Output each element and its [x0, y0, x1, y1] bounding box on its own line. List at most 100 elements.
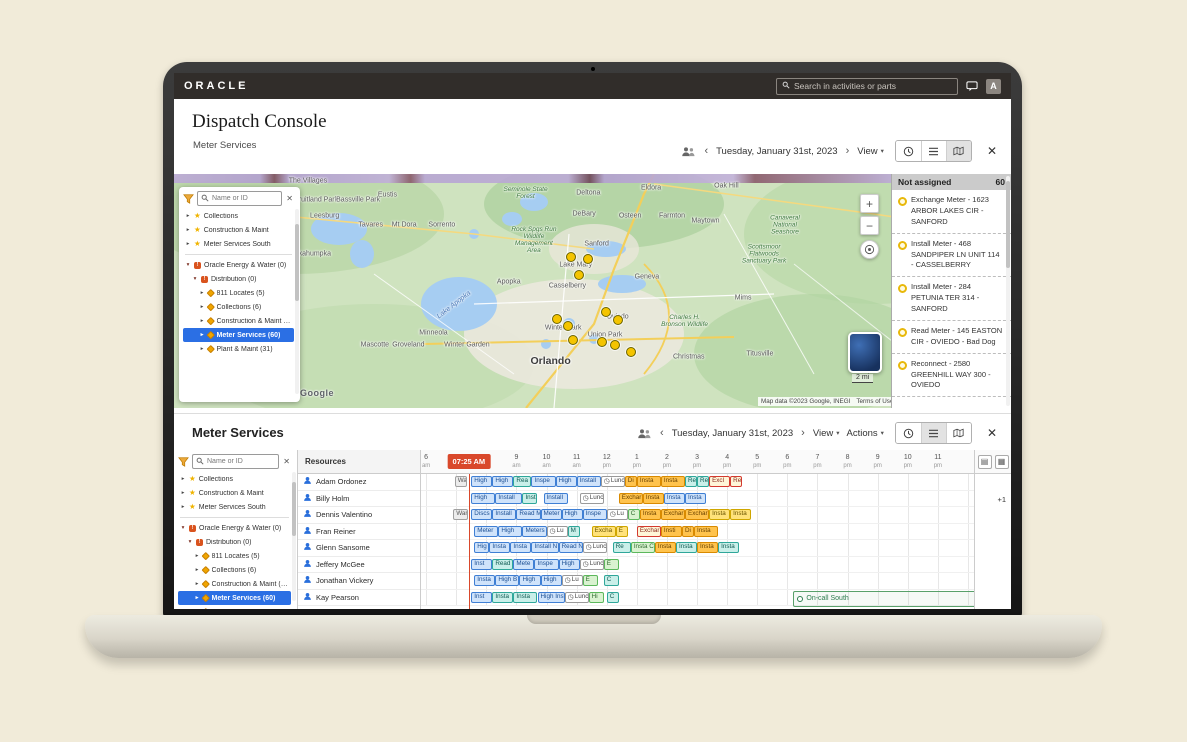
- activity-bar[interactable]: Read N: [559, 542, 583, 553]
- satellite-preview-thumbnail[interactable]: [848, 332, 882, 373]
- activity-bar[interactable]: ◷Lunch: [580, 559, 604, 570]
- sidebar-tree-item[interactable]: ▸Plant & Maint (31): [183, 342, 294, 356]
- activity-bar[interactable]: Hig: [474, 542, 489, 553]
- close-icon[interactable]: ✕: [987, 426, 997, 440]
- activity-bar[interactable]: Insta: [685, 493, 706, 504]
- activity-bar[interactable]: Mete: [513, 559, 534, 570]
- view-menu-button[interactable]: View▾: [857, 146, 884, 157]
- activity-bar[interactable]: ◷Lunch: [565, 592, 589, 603]
- activity-bar[interactable]: Insta: [489, 542, 510, 553]
- resource-row[interactable]: Kay Pearson: [298, 590, 420, 607]
- next-day-button[interactable]: ›: [845, 146, 851, 157]
- gantt-row[interactable]: HighInstallInstaInstall◷LunchExcharInsta…: [421, 491, 974, 508]
- sidebar-tree-item[interactable]: ▾!Oracle Energy & Water (0): [178, 521, 291, 535]
- activity-bar[interactable]: Insta: [664, 493, 685, 504]
- org-search-input[interactable]: Name or ID: [192, 454, 279, 469]
- sidebar-tree-item[interactable]: ▾!Distribution (0): [178, 535, 291, 549]
- activity-bar[interactable]: Insta: [676, 542, 697, 553]
- activity-bar[interactable]: Insta: [694, 526, 718, 537]
- activity-bar[interactable]: E: [604, 559, 619, 570]
- activity-bar[interactable]: Insta: [718, 542, 739, 553]
- activity-bar[interactable]: Inspe: [583, 509, 607, 520]
- activity-bar[interactable]: Insta: [522, 493, 537, 504]
- resource-row[interactable]: Billy Holm: [298, 491, 420, 508]
- activity-bar[interactable]: C: [604, 575, 619, 586]
- gantt-row[interactable]: InstInstaInstaHigh Install◷LunchHiCOn-ca…: [421, 590, 974, 607]
- activity-marker[interactable]: [583, 254, 593, 264]
- activity-bar[interactable]: Hi: [589, 592, 604, 603]
- activity-bar[interactable]: ◷Lu: [562, 575, 583, 586]
- close-icon[interactable]: ✕: [987, 144, 997, 158]
- activity-bar[interactable]: Rea: [513, 476, 531, 487]
- time-view-button[interactable]: [896, 423, 921, 443]
- activity-bar[interactable]: Exchar: [619, 493, 643, 504]
- list-view-button[interactable]: [921, 141, 946, 161]
- activity-bar[interactable]: Di: [682, 526, 694, 537]
- activity-bar[interactable]: ◷Lu: [547, 526, 568, 537]
- list-view-button[interactable]: [921, 423, 946, 443]
- terms-of-use-link[interactable]: Terms of Use: [856, 398, 893, 405]
- activity-bar[interactable]: M: [568, 526, 580, 537]
- actions-menu-button[interactable]: Actions▾: [847, 428, 884, 439]
- activity-bar[interactable]: Re: [730, 476, 742, 487]
- resource-row[interactable]: Dennis Valentino: [298, 507, 420, 524]
- activity-bar[interactable]: Insta: [474, 575, 495, 586]
- activity-bar[interactable]: Re: [697, 476, 709, 487]
- sidebar-tree-item[interactable]: ▾!Oracle Energy & Water (0): [183, 258, 294, 272]
- activity-bar[interactable]: ◷Lunch: [583, 542, 607, 553]
- activity-bar[interactable]: Re: [685, 476, 697, 487]
- activity-marker[interactable]: [610, 340, 620, 350]
- activity-bar[interactable]: Meter: [474, 526, 498, 537]
- activity-bar[interactable]: High B: [495, 575, 519, 586]
- activity-bar[interactable]: C: [607, 592, 619, 603]
- activity-bar[interactable]: Di: [625, 476, 637, 487]
- oncall-shift-bar[interactable]: On-call South: [793, 591, 974, 607]
- sidebar-tree-item[interactable]: ▸Plant & Maint (31): [178, 605, 291, 609]
- activity-bar[interactable]: Exchar: [661, 509, 685, 520]
- sidebar-favorite-item[interactable]: ▸★Construction & Maint: [183, 223, 294, 237]
- gantt-row[interactable]: HigInstaInstaInstall NRead N◷LunchReInst…: [421, 540, 974, 557]
- activity-marker[interactable]: [568, 335, 578, 345]
- activity-bar[interactable]: Insta: [513, 592, 537, 603]
- activity-bar[interactable]: Insta: [637, 476, 661, 487]
- overflow-badge[interactable]: +1: [997, 495, 1006, 504]
- activity-bar[interactable]: Ware: [453, 509, 468, 520]
- activity-bar[interactable]: Insta: [661, 476, 685, 487]
- activity-marker[interactable]: [563, 321, 573, 331]
- activity-bar[interactable]: Meters: [522, 526, 546, 537]
- activity-bar[interactable]: Insta: [655, 542, 676, 553]
- gantt-row[interactable]: InstaHigh BHighHigh◷LuEC: [421, 573, 974, 590]
- sidebar-tree-item[interactable]: ▸Collections (6): [178, 563, 291, 577]
- activity-bar[interactable]: Excl: [709, 476, 730, 487]
- sidebar-tree-item[interactable]: ▸Meter Services (60): [178, 591, 291, 605]
- activity-bar[interactable]: C: [628, 509, 640, 520]
- activity-bar[interactable]: Install: [577, 476, 601, 487]
- not-assigned-activity[interactable]: Reconnect - 2580 GREENHILL WAY 300 - OVI…: [892, 354, 1011, 398]
- sidebar-tree-item[interactable]: ▸Collections (6): [183, 300, 294, 314]
- filter-icon[interactable]: [183, 194, 194, 204]
- activity-bar[interactable]: High: [559, 559, 580, 570]
- activity-bar[interactable]: Read M: [516, 509, 540, 520]
- activity-bar[interactable]: Inspe: [531, 476, 555, 487]
- activity-bar[interactable]: Meter: [541, 509, 562, 520]
- activity-marker[interactable]: [613, 315, 623, 325]
- activity-bar[interactable]: Insta: [709, 509, 730, 520]
- activity-bar[interactable]: Insta: [492, 592, 513, 603]
- zoom-out-button[interactable]: −: [860, 216, 879, 235]
- activity-bar[interactable]: ◷Lu: [607, 509, 628, 520]
- sidebar-favorite-item[interactable]: ▸★Meter Services South: [183, 237, 294, 251]
- map-view-button[interactable]: [946, 141, 971, 161]
- gantt-row[interactable]: InstReadMeteInspeHigh◷LunchE: [421, 557, 974, 574]
- sidebar-favorite-item[interactable]: ▸★Meter Services South: [178, 500, 291, 514]
- zoom-in-button[interactable]: +: [860, 194, 879, 213]
- activity-bar[interactable]: Exchar: [685, 509, 709, 520]
- calendar-view-icon[interactable]: ▦: [995, 455, 1009, 469]
- activity-bar[interactable]: Insta: [640, 509, 661, 520]
- activity-bar[interactable]: Exchar: [637, 526, 661, 537]
- avatar[interactable]: A: [986, 79, 1001, 94]
- prev-day-button[interactable]: ‹: [659, 428, 665, 439]
- org-search-input[interactable]: Name or ID: [197, 191, 282, 206]
- not-assigned-activity[interactable]: Read Meter - 145 EASTON CIR - OVIEDO - B…: [892, 321, 1011, 354]
- sidebar-tree-item[interactable]: ▸811 Locates (5): [178, 549, 291, 563]
- activity-bar[interactable]: High: [556, 476, 577, 487]
